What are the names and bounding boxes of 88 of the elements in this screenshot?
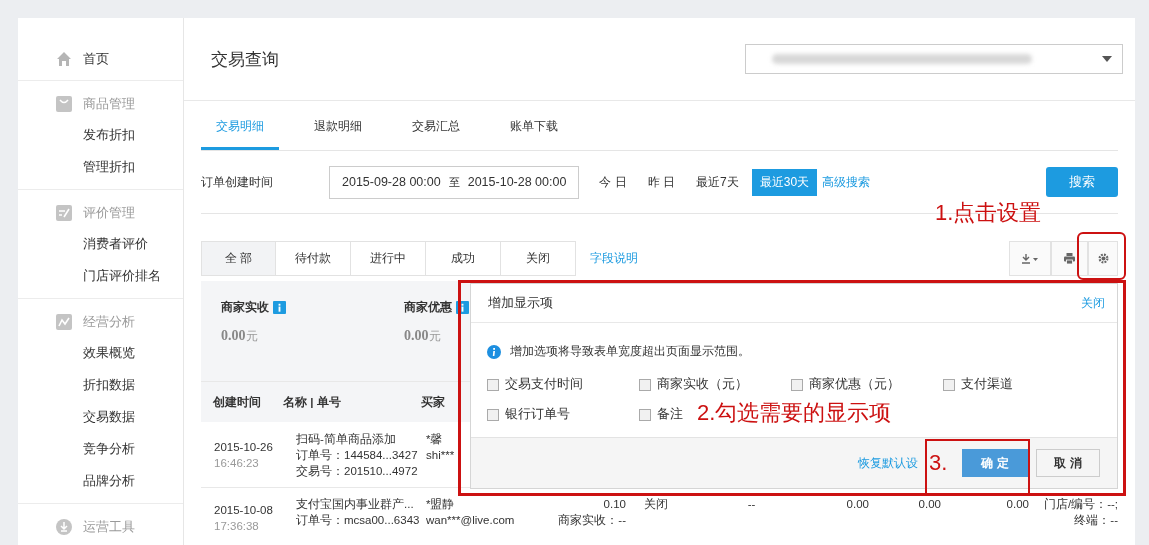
time-text: 16:46:23 [214, 456, 260, 471]
edit-icon [56, 205, 72, 221]
tool-icon [56, 519, 72, 535]
quick-range-option[interactable]: 今 日 [591, 168, 635, 196]
sidebar-item[interactable]: 发布折扣 [18, 119, 183, 151]
status-tab[interactable]: 全 部 [201, 241, 276, 276]
sidebar-item[interactable]: 管理折扣 [18, 151, 183, 183]
bag-icon [56, 96, 72, 112]
settings-button[interactable] [1088, 241, 1118, 276]
checkbox[interactable] [639, 378, 651, 391]
download-icon [1022, 253, 1038, 264]
sidebar-item[interactable]: 效果概览 [18, 337, 183, 369]
status-tab[interactable]: 进行中 [351, 241, 426, 276]
table-cell-text: -- [746, 497, 757, 512]
chart-icon [56, 314, 72, 330]
summary-label: 商家优惠 [404, 299, 452, 316]
home-icon [56, 51, 72, 67]
status-tab[interactable]: 关闭 [501, 241, 576, 276]
buyer-text: shi*** [426, 448, 456, 463]
date-text: 2015-10-08 [214, 503, 274, 518]
annotation-text: 2.勾选需要的显示项 [697, 399, 892, 427]
column-option[interactable]: 备注 [639, 406, 683, 423]
filter-label: 订单创建时间 [201, 173, 274, 191]
column-header: 买家 [421, 394, 445, 410]
caret-icon [1102, 56, 1112, 62]
annotation-text: 1.点击设置 [935, 199, 1042, 227]
column-header: 名称 | 单号 [283, 394, 342, 410]
info-icon[interactable] [273, 301, 286, 314]
info-icon [487, 344, 501, 359]
column-option[interactable]: 支付渠道 [943, 376, 1013, 393]
summary-unit: 元 [245, 329, 258, 343]
buyer-text: *馨 [426, 432, 444, 447]
column-option[interactable]: 商家实收（元） [639, 376, 748, 393]
status-tab[interactable]: 待付款 [276, 241, 351, 276]
sidebar-group-header[interactable]: 首页 [18, 44, 183, 74]
column-option[interactable]: 银行订单号 [487, 406, 570, 423]
table-cell-text: 关闭 [644, 497, 669, 512]
table-cell-text: 0.00 [1005, 497, 1029, 512]
order-info-text: 订单号：144584...3427 [296, 448, 419, 463]
table-cell-text: 门店/编号：--; [1042, 497, 1118, 512]
download-button[interactable] [1009, 241, 1051, 276]
sidebar-item[interactable]: 门店评价排名 [18, 260, 183, 292]
tab[interactable]: 退款明细 [299, 114, 377, 150]
table-cell-text: 终端：-- [1073, 513, 1118, 528]
date-range-field[interactable]: 2015-09-28 00:00 至 2015-10-28 00:00 [329, 165, 580, 199]
printer-icon [1064, 253, 1075, 264]
summary-label: 商家实收 [221, 299, 269, 316]
order-info-text: 交易号：201510...4972 [296, 464, 419, 479]
table-cell-text: 0.00 [917, 497, 941, 512]
checkbox[interactable] [487, 408, 499, 421]
checkbox[interactable] [639, 408, 651, 421]
page-title: 交易查询 [211, 48, 280, 71]
account-dropdown[interactable] [745, 44, 1123, 74]
column-option[interactable]: 商家优惠（元） [791, 376, 900, 393]
order-info-text: 扫码-简单商品添加 [296, 432, 397, 447]
status-tab[interactable]: 成功 [426, 241, 501, 276]
sidebar-item[interactable]: 交易数据 [18, 401, 183, 433]
checkbox[interactable] [487, 378, 499, 391]
table-cell-text: 商家实收：-- [557, 513, 626, 528]
quick-range-option[interactable]: 最近7天 [688, 168, 747, 196]
sidebar-item[interactable]: 品牌分析 [18, 465, 183, 497]
summary-value: 0.00 [404, 328, 429, 343]
dialog-title: 增加显示项 [488, 294, 553, 312]
notice-text: 增加选项将导致表单宽度超出页面显示范围。 [510, 343, 750, 360]
buyer-text: wan***@live.com [426, 513, 516, 528]
tab[interactable]: 账单下载 [495, 114, 573, 150]
order-info-text: 支付宝国内事业群产... [296, 497, 415, 512]
annotation-text: 3. [929, 450, 948, 476]
table-cell-text: 0.10 [602, 497, 626, 512]
table-cell-text: 0.00 [845, 497, 869, 512]
quick-range-option[interactable]: 昨 日 [639, 168, 684, 196]
order-info-text: 订单号：mcsa00...6343 [296, 513, 421, 528]
column-header: 创建时间 [213, 394, 262, 410]
column-option[interactable]: 交易支付时间 [487, 376, 583, 393]
sidebar-item[interactable]: 折扣数据 [18, 369, 183, 401]
summary-unit: 元 [428, 329, 441, 343]
date-text: 2015-10-26 [214, 440, 274, 455]
tab[interactable]: 交易汇总 [397, 114, 475, 150]
sidebar-item[interactable]: 消费者评价 [18, 228, 183, 260]
buyer-text: *盟静 [426, 497, 456, 512]
time-text: 17:36:38 [214, 519, 260, 534]
print-button[interactable] [1051, 241, 1088, 276]
checkbox[interactable] [943, 378, 955, 391]
summary-value: 0.00 [221, 328, 246, 343]
settings-icon [1097, 253, 1109, 264]
sidebar-item[interactable]: 竞争分析 [18, 433, 183, 465]
checkbox[interactable] [791, 378, 803, 391]
cancel-button[interactable]: 取 消 [1036, 449, 1100, 477]
